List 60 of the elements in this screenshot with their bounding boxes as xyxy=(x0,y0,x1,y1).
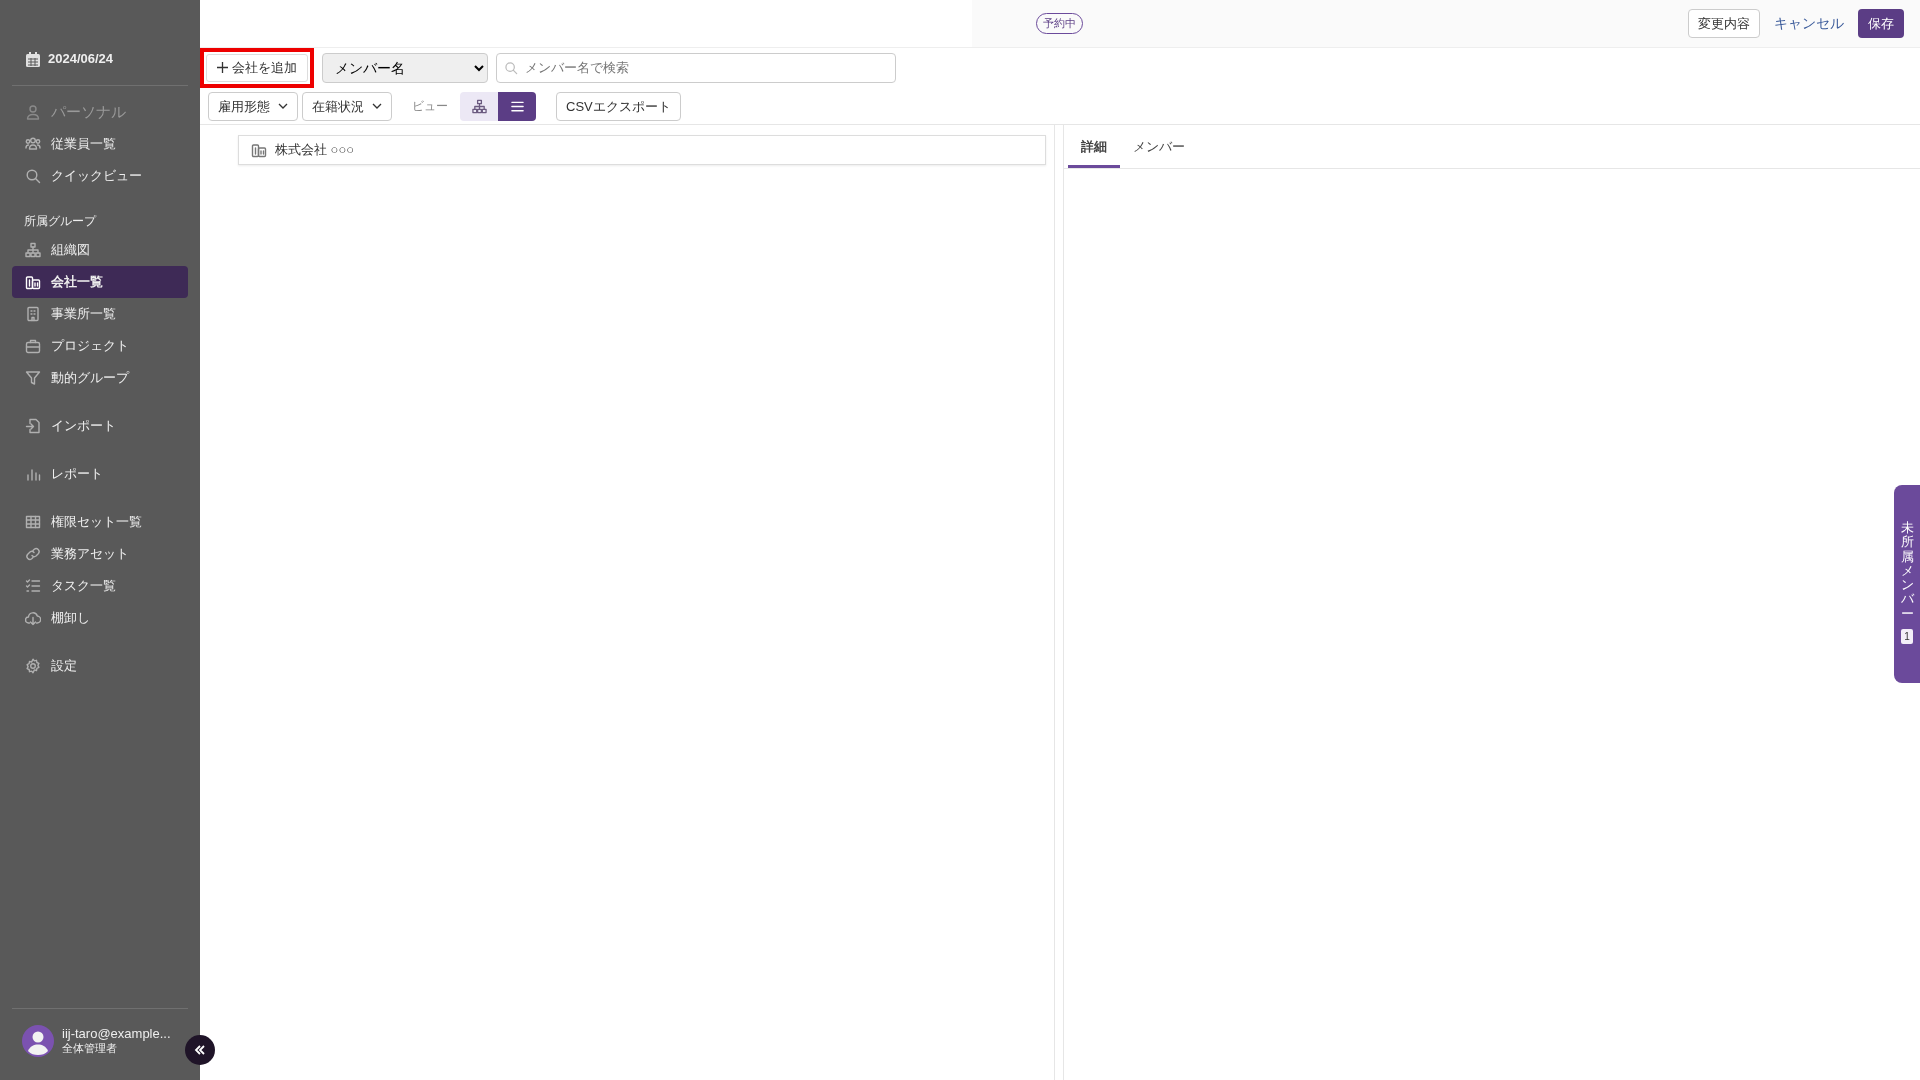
action-button[interactable]: 変更内容 xyxy=(1688,8,1760,39)
count-badge: 1 xyxy=(1901,629,1913,645)
chevron-down-icon xyxy=(278,103,288,110)
sidebar-item[interactable]: タスク一覧 xyxy=(12,570,188,602)
person-icon xyxy=(25,104,41,120)
filter-dropdown[interactable]: 在籍状況 xyxy=(302,91,392,121)
search-field[interactable]: メンバー名で検索 xyxy=(496,52,896,83)
grid-icon xyxy=(25,514,41,530)
csv-export-button[interactable]: CSVエクスポート xyxy=(556,91,681,121)
sidebar-item[interactable]: 動的グループ xyxy=(12,362,188,394)
buildings-icon xyxy=(25,274,41,290)
checklist-icon xyxy=(25,578,41,594)
import-icon xyxy=(25,418,41,434)
collapse-button[interactable] xyxy=(185,1035,215,1065)
sidebar-item[interactable]: 棚卸し xyxy=(12,602,188,634)
sidebar-item[interactable]: レポート xyxy=(12,458,188,490)
briefcase-icon xyxy=(25,338,41,354)
sidebar-item[interactable]: 設定 xyxy=(12,650,188,682)
calendar-icon xyxy=(26,51,40,67)
user-role: 全体管理者 xyxy=(62,1042,118,1056)
hierarchy-icon xyxy=(25,242,41,258)
filter-dropdown[interactable]: 雇用形態 xyxy=(208,91,298,121)
bar-chart-icon xyxy=(25,466,41,482)
add-company-button[interactable]: 会社を追加 xyxy=(206,54,308,82)
sidebar-item[interactable]: 従業員一覧 xyxy=(12,128,188,160)
cloud-download-icon xyxy=(25,610,41,626)
hierarchy-icon xyxy=(471,98,487,114)
tree-row[interactable]: 株式会社 ○○○ xyxy=(238,135,1046,165)
sidebar-item[interactable]: プロジェクト xyxy=(12,330,188,362)
field-select[interactable]: メンバー名 xyxy=(322,52,488,83)
list-view-button[interactable] xyxy=(498,91,536,121)
sidebar-item[interactable]: 会社一覧 xyxy=(12,266,188,298)
sidebar-item[interactable]: 業務アセット xyxy=(12,538,188,570)
cancel-link[interactable]: キャンセル xyxy=(1768,9,1850,38)
sidebar-item[interactable]: インポート xyxy=(12,410,188,442)
link-icon xyxy=(25,546,41,562)
buildings-icon xyxy=(251,142,267,158)
search-icon xyxy=(504,60,518,75)
people-icon xyxy=(25,136,41,152)
search-icon xyxy=(25,168,41,184)
panel-tab[interactable]: メンバー xyxy=(1120,129,1198,168)
sidebar-item[interactable]: 組織図 xyxy=(12,234,188,266)
date-text: 2024/06/24 xyxy=(48,50,114,69)
panel-tab[interactable]: 詳細 xyxy=(1068,129,1120,168)
avatar-icon xyxy=(22,1025,54,1057)
chevron-down-icon xyxy=(372,103,382,110)
unassigned-members-tab[interactable]: 未所属メンバー 1 xyxy=(1894,485,1920,683)
sidebar-item[interactable]: 事業所一覧 xyxy=(12,298,188,330)
tree-view-button[interactable] xyxy=(460,91,498,121)
action-button[interactable]: 保存 xyxy=(1858,8,1904,39)
sidebar-item[interactable]: クイックビュー xyxy=(12,160,188,192)
user-email: iij-taro@example... xyxy=(62,1026,171,1043)
plus-icon xyxy=(217,62,228,74)
section-heading: 所属グループ xyxy=(23,213,98,230)
settings-icon xyxy=(25,658,41,674)
building-icon xyxy=(25,306,41,322)
double-chevron-left-icon xyxy=(194,1044,206,1056)
filter-icon xyxy=(25,370,41,386)
view-label: ビュー xyxy=(412,98,448,116)
sidebar-item[interactable]: 権限セット一覧 xyxy=(12,506,188,538)
